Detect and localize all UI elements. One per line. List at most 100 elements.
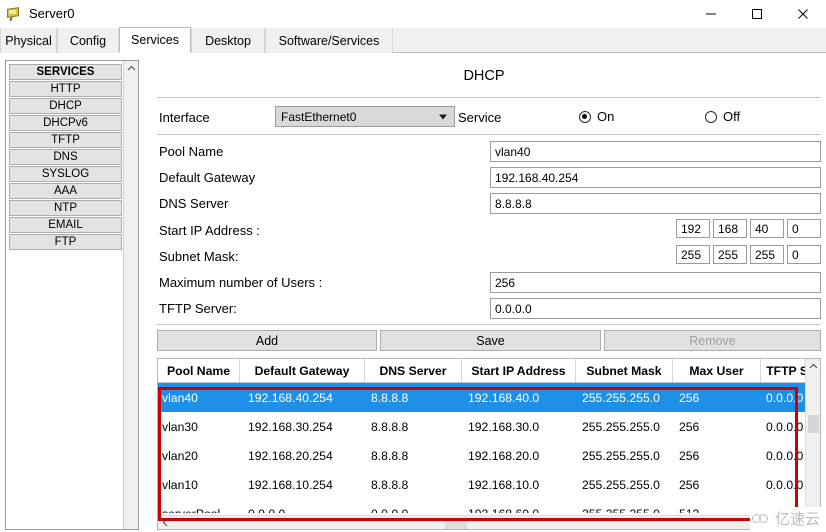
max-users-input[interactable]: 256 <box>490 272 821 293</box>
tab-services[interactable]: Services <box>119 27 191 53</box>
table-column-header[interactable]: Start IP Address <box>462 359 576 382</box>
start-ip-octet-3[interactable]: 40 <box>750 219 784 238</box>
table-column-label: DNS Server <box>379 363 447 378</box>
sidebar-scrollbar[interactable] <box>123 61 138 529</box>
table-cell: serverPool <box>162 499 220 514</box>
table-cell: 192.168.40.0 <box>468 390 540 405</box>
close-icon[interactable] <box>780 0 826 28</box>
table-row[interactable]: vlan20 192.168.20.254 8.8.8.8 192.168.20.0 2… <box>158 441 806 470</box>
add-button-label: Add <box>255 333 279 348</box>
sidebar-item-ftp[interactable]: FTP <box>9 234 122 250</box>
service-on-radio[interactable]: On <box>579 109 614 124</box>
table-column-label: Default Gateway <box>254 363 350 378</box>
default-gateway-label: Default Gateway <box>159 170 256 185</box>
table-cell: 0.0.0.0 <box>766 419 804 434</box>
table-cell: vlan40 <box>162 390 198 405</box>
sidebar-item-email[interactable]: EMAIL <box>9 217 122 233</box>
pool-name-input[interactable]: vlan40 <box>490 141 821 162</box>
maximize-icon[interactable] <box>734 0 780 28</box>
chevron-left-icon[interactable] <box>158 516 172 529</box>
table-cell: 192.168.20.0 <box>468 448 540 463</box>
watermark: 亿速云 <box>749 507 822 530</box>
add-button[interactable]: Add <box>157 330 377 351</box>
table-cell: 0.0.0.0 <box>766 448 804 463</box>
subnet-mask-octet-3-value: 255 <box>755 247 776 262</box>
service-label: Service <box>458 110 502 125</box>
start-ip-octet-4-value: 0 <box>792 221 799 236</box>
window-titlebar: Server0 <box>0 0 826 28</box>
table-row[interactable]: vlan10 192.168.10.254 8.8.8.8 192.168.10.0 2… <box>158 470 806 499</box>
table-horizontal-scrollbar[interactable] <box>158 515 807 529</box>
tftp-server-input[interactable]: 0.0.0.0 <box>490 298 821 319</box>
chevron-up-icon[interactable] <box>806 359 820 373</box>
minimize-icon[interactable] <box>688 0 734 28</box>
remove-button[interactable]: Remove <box>604 330 821 351</box>
default-gateway-input[interactable]: 192.168.40.254 <box>490 167 821 188</box>
scrollbar-thumb[interactable] <box>808 415 819 433</box>
tab-config[interactable]: Config <box>57 28 119 53</box>
table-cell: vlan20 <box>162 448 198 463</box>
sidebar-item-label: DHCP <box>49 100 82 112</box>
start-ip-octet-1[interactable]: 192 <box>676 219 710 238</box>
subnet-mask-octet-4[interactable]: 0 <box>787 245 821 264</box>
table-column-header[interactable]: Pool Name <box>158 359 240 382</box>
table-cell: 0.0.0.0 <box>371 499 408 514</box>
table-row[interactable]: vlan40 192.168.40.254 8.8.8.8 192.168.40.0 2… <box>158 383 806 412</box>
subnet-mask-octet-3[interactable]: 255 <box>750 245 784 264</box>
table-row[interactable]: vlan30 192.168.30.254 8.8.8.8 192.168.30.0 2… <box>158 412 806 441</box>
divider-below-interface <box>157 134 821 135</box>
table-row[interactable]: serverPool 0.0.0.0 0.0.0.0 192.168.60.0 255.… <box>158 499 806 513</box>
sidebar-item-dns[interactable]: DNS <box>9 149 122 165</box>
start-ip-octet-2[interactable]: 168 <box>713 219 747 238</box>
divider-top <box>157 97 821 98</box>
sidebar-item-syslog[interactable]: SYSLOG <box>9 166 122 182</box>
tab-software-services[interactable]: Software/Services <box>265 28 393 53</box>
sidebar-item-ntp[interactable]: NTP <box>9 200 122 216</box>
tftp-server-label: TFTP Server: <box>159 301 237 316</box>
chevron-up-icon[interactable] <box>124 61 139 76</box>
table-cell: 8.8.8.8 <box>371 448 409 463</box>
table-vertical-scrollbar[interactable] <box>805 359 820 516</box>
sidebar-item-dhcpv6[interactable]: DHCPv6 <box>9 115 122 131</box>
save-button-label: Save <box>476 333 505 348</box>
table-column-label: Subnet Mask <box>586 363 662 378</box>
service-off-label: Off <box>723 109 741 124</box>
table-cell: 192.168.10.254 <box>248 477 333 492</box>
table-cell: 256 <box>679 390 700 405</box>
sidebar-item-aaa[interactable]: AAA <box>9 183 122 199</box>
dhcp-pool-table: Pool Name Default Gateway DNS Server Start … <box>157 358 821 530</box>
table-cell: 8.8.8.8 <box>371 419 409 434</box>
table-cell: 256 <box>679 419 700 434</box>
table-cell: vlan10 <box>162 477 198 492</box>
sidebar-item-http[interactable]: HTTP <box>9 81 122 97</box>
scrollbar-thumb[interactable] <box>445 517 467 529</box>
table-cell: 512 <box>679 499 699 514</box>
pool-name-value: vlan40 <box>495 144 531 159</box>
sidebar-item-tftp[interactable]: TFTP <box>9 132 122 148</box>
tab-desktop[interactable]: Desktop <box>191 28 265 53</box>
radio-off-icon <box>705 110 717 123</box>
table-cell: 0.0.0.0 <box>766 477 804 492</box>
table-column-header[interactable]: Subnet Mask <box>576 359 673 382</box>
subnet-mask-octet-2[interactable]: 255 <box>713 245 747 264</box>
service-off-radio[interactable]: Off <box>705 109 740 124</box>
interface-dropdown[interactable]: FastEthernet0 <box>275 106 455 127</box>
sidebar-item-label: AAA <box>53 185 77 197</box>
table-cell: 255.255.255.0 <box>582 419 660 434</box>
subnet-mask-octet-1-value: 255 <box>681 247 702 262</box>
tab-label: Desktop <box>205 33 251 48</box>
dns-server-input[interactable]: 8.8.8.8 <box>490 193 821 214</box>
table-column-header[interactable]: Default Gateway <box>240 359 365 382</box>
table-column-header[interactable]: Max User <box>673 359 761 382</box>
default-gateway-value: 192.168.40.254 <box>495 170 579 185</box>
start-ip-octet-4[interactable]: 0 <box>787 219 821 238</box>
table-column-header[interactable]: DNS Server <box>365 359 462 382</box>
dhcp-panel: DHCP Interface FastEthernet0 Service On … <box>147 60 821 530</box>
tftp-server-value: 0.0.0.0 <box>495 301 532 316</box>
save-button[interactable]: Save <box>380 330 601 351</box>
sidebar-item-dhcp[interactable]: DHCP <box>9 98 122 114</box>
interface-label: Interface <box>159 110 210 125</box>
watermark-text: 亿速云 <box>774 511 820 528</box>
subnet-mask-octet-1[interactable]: 255 <box>676 245 710 264</box>
tab-physical[interactable]: Physical <box>0 28 57 53</box>
